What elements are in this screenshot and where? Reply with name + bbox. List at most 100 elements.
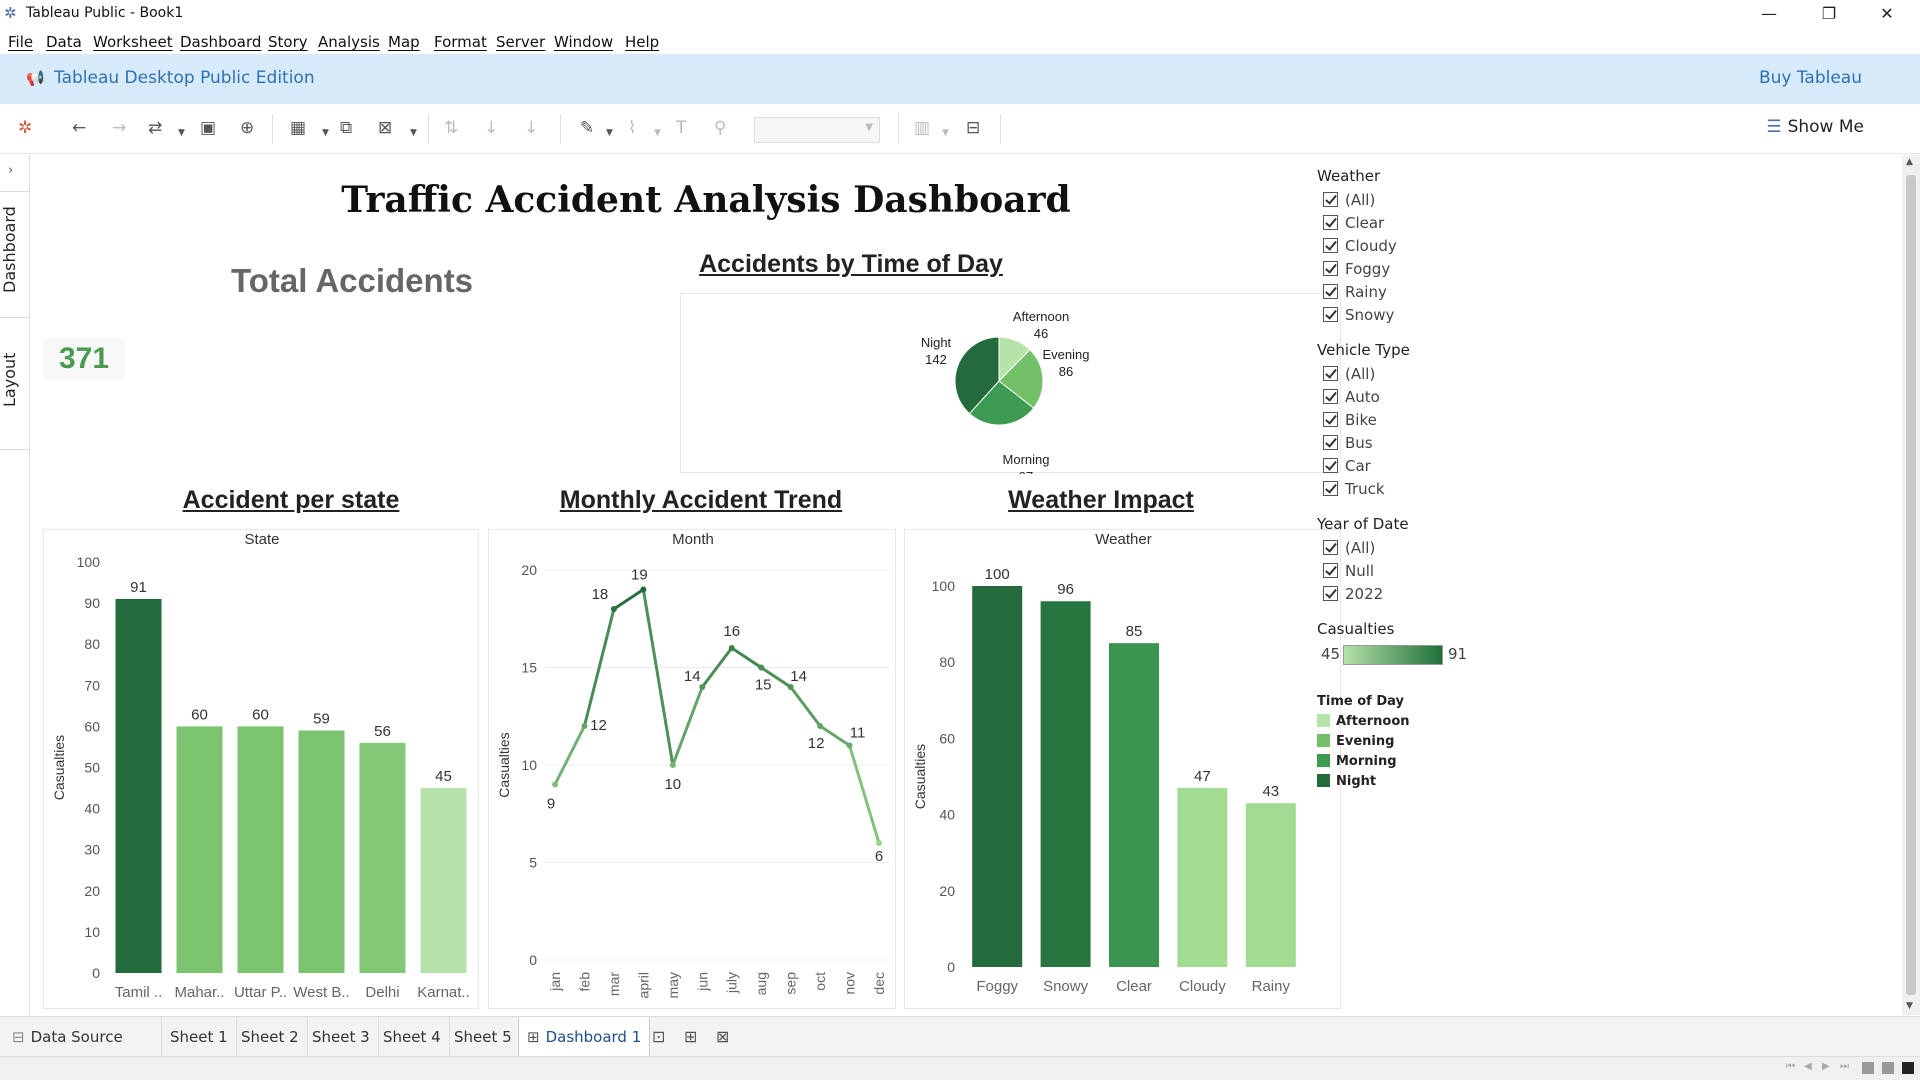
vehicle-filter-item[interactable]: (All) [1323,365,1375,385]
checkbox-checked-icon[interactable] [1323,435,1338,450]
redo-icon[interactable]: → [112,117,126,139]
checkbox-checked-icon[interactable] [1323,215,1338,230]
first-sheet-icon[interactable]: ⏮ [1786,1061,1795,1072]
vertical-scrollbar[interactable]: ▲ ▼ [1902,155,1920,1015]
tab-data-source[interactable]: ⊟ Data Source [4,1017,162,1057]
weather-filter-item[interactable]: Rainy [1323,283,1387,303]
checkbox-checked-icon[interactable] [1323,389,1338,404]
year-filter-item[interactable]: Null [1323,562,1374,582]
state-chart-panel[interactable]: State Casualties 0 10 20 30 40 50 60 70 80 90 100 91 T… [43,529,479,1009]
menu-help[interactable]: Help [625,33,659,51]
vehicle-filter-item[interactable]: Bus [1323,434,1373,454]
scrollbar-thumb[interactable] [1906,175,1916,995]
checkbox-checked-icon[interactable] [1323,458,1338,473]
clear-sheet-dropdown-icon[interactable]: ▼ [410,122,417,144]
group-icon[interactable]: ⌇ [628,117,636,139]
replace-data-dropdown-icon[interactable]: ▼ [178,122,185,144]
tab-sheet-3[interactable]: Sheet 3 [304,1017,379,1057]
highlight-dropdown-icon[interactable]: ▼ [606,122,613,144]
close-icon[interactable]: ✕ [1864,0,1910,28]
new-worksheet-tab-icon[interactable]: ⊡ [652,1027,665,1046]
checkbox-checked-icon[interactable] [1323,284,1338,299]
year-filter-item[interactable]: (All) [1323,539,1375,559]
expand-panel-icon[interactable]: › [8,163,13,178]
weather-filter-item[interactable]: Cloudy [1323,237,1397,257]
show-me-button[interactable]: ☰ Show Me [1766,117,1864,137]
next-sheet-icon[interactable]: ▶ [1822,1061,1830,1072]
legend-item-evening[interactable]: Evening [1317,734,1394,749]
checkbox-checked-icon[interactable] [1323,540,1338,555]
buy-tableau-link[interactable]: Buy Tableau [1759,68,1862,88]
checkbox-checked-icon[interactable] [1323,192,1338,207]
grid-view-icon[interactable] [1862,1062,1874,1074]
menu-data[interactable]: Data [46,33,82,51]
vehicle-filter-item[interactable]: Car [1323,457,1371,477]
legend-item-afternoon[interactable]: Afternoon [1317,714,1410,729]
menu-server[interactable]: Server [496,33,545,51]
tab-sheet-1[interactable]: Sheet 1 [162,1017,237,1057]
new-data-source-icon[interactable]: ⊕ [240,117,254,139]
swap-icon[interactable]: ⇅ [444,117,458,139]
new-dashboard-tab-icon[interactable]: ⊞ [684,1027,697,1046]
show-cards-dropdown-icon[interactable]: ▼ [942,122,949,144]
tab-dashboard-1[interactable]: ⊞ Dashboard 1 [518,1017,651,1057]
fit-selector[interactable]: ▼ [754,117,880,143]
new-worksheet-icon[interactable]: ▦ [290,117,306,139]
menu-story[interactable]: Story [268,33,308,51]
menu-format[interactable]: Format [434,33,487,51]
new-story-tab-icon[interactable]: ⊠ [716,1027,729,1046]
sort-ascending-icon[interactable]: ↓ [484,117,498,139]
prev-sheet-icon[interactable]: ◀ [1804,1061,1812,1072]
replace-data-icon[interactable]: ⇄ [148,117,162,139]
tab-sheet-2[interactable]: Sheet 2 [233,1017,308,1057]
last-sheet-icon[interactable]: ⏭ [1840,1061,1849,1072]
tab-dashboard[interactable]: Dashboard [0,205,30,295]
menu-dashboard[interactable]: Dashboard [180,33,261,51]
menu-analysis[interactable]: Analysis [318,33,380,51]
checkbox-checked-icon[interactable] [1323,563,1338,578]
checkbox-checked-icon[interactable] [1323,412,1338,427]
filmstrip-view-icon[interactable] [1882,1062,1894,1074]
checkbox-checked-icon[interactable] [1323,261,1338,276]
duplicate-icon[interactable]: ⧉ [340,117,352,139]
show-cards-icon[interactable]: ▥ [914,117,930,139]
tableau-home-icon[interactable]: ✲ [18,117,32,139]
sort-descending-icon[interactable]: ↓ [524,117,538,139]
menu-file[interactable]: File [8,33,33,51]
month-chart-panel[interactable]: Month Casualties 0 5 10 15 20 9 jan 12 feb 18 mar 19 a… [488,529,896,1009]
checkbox-checked-icon[interactable] [1323,238,1338,253]
scroll-up-icon[interactable]: ▲ [1906,157,1913,167]
checkbox-checked-icon[interactable] [1323,307,1338,322]
weather-filter-item[interactable]: Foggy [1323,260,1390,280]
highlight-icon[interactable]: ✎ [580,117,594,139]
tab-view-icon[interactable] [1902,1062,1914,1074]
pie-chart-panel[interactable]: Afternoon 46 Evening 86 Morning 97 Night 142 [680,293,1341,474]
weather-filter-item[interactable]: Clear [1323,214,1384,234]
checkbox-checked-icon[interactable] [1323,366,1338,381]
vehicle-filter-item[interactable]: Auto [1323,388,1380,408]
tab-layout[interactable]: Layout [0,345,30,415]
presentation-mode-icon[interactable]: ⊟ [966,117,980,139]
undo-icon[interactable]: ← [72,117,86,139]
weather-chart-panel[interactable]: Weather Casualties 0 20 40 60 80 100 100 Foggy 96 S… [904,529,1341,1009]
pin-icon[interactable]: ⚲ [714,117,726,139]
weather-filter-item[interactable]: Snowy [1323,306,1394,326]
save-icon[interactable]: ▣ [200,117,216,139]
vehicle-filter-item[interactable]: Bike [1323,411,1377,431]
group-dropdown-icon[interactable]: ▼ [654,122,661,144]
legend-item-morning[interactable]: Morning [1317,754,1397,769]
vehicle-filter-item[interactable]: Truck [1323,480,1385,500]
legend-item-night[interactable]: Night [1317,774,1376,789]
clear-sheet-icon[interactable]: ⊠ [378,117,392,139]
labels-icon[interactable]: T [676,117,686,139]
restore-icon[interactable]: ❐ [1806,0,1852,28]
scroll-down-icon[interactable]: ▼ [1906,1001,1913,1011]
new-worksheet-dropdown-icon[interactable]: ▼ [322,122,329,144]
casualties-color-ramp[interactable] [1343,645,1443,665]
tab-sheet-4[interactable]: Sheet 4 [375,1017,450,1057]
minimize-icon[interactable]: — [1746,0,1792,28]
year-filter-item[interactable]: 2022 [1323,585,1383,605]
weather-filter-item[interactable]: (All) [1323,191,1375,211]
menu-worksheet[interactable]: Worksheet [93,33,173,51]
checkbox-checked-icon[interactable] [1323,586,1338,601]
